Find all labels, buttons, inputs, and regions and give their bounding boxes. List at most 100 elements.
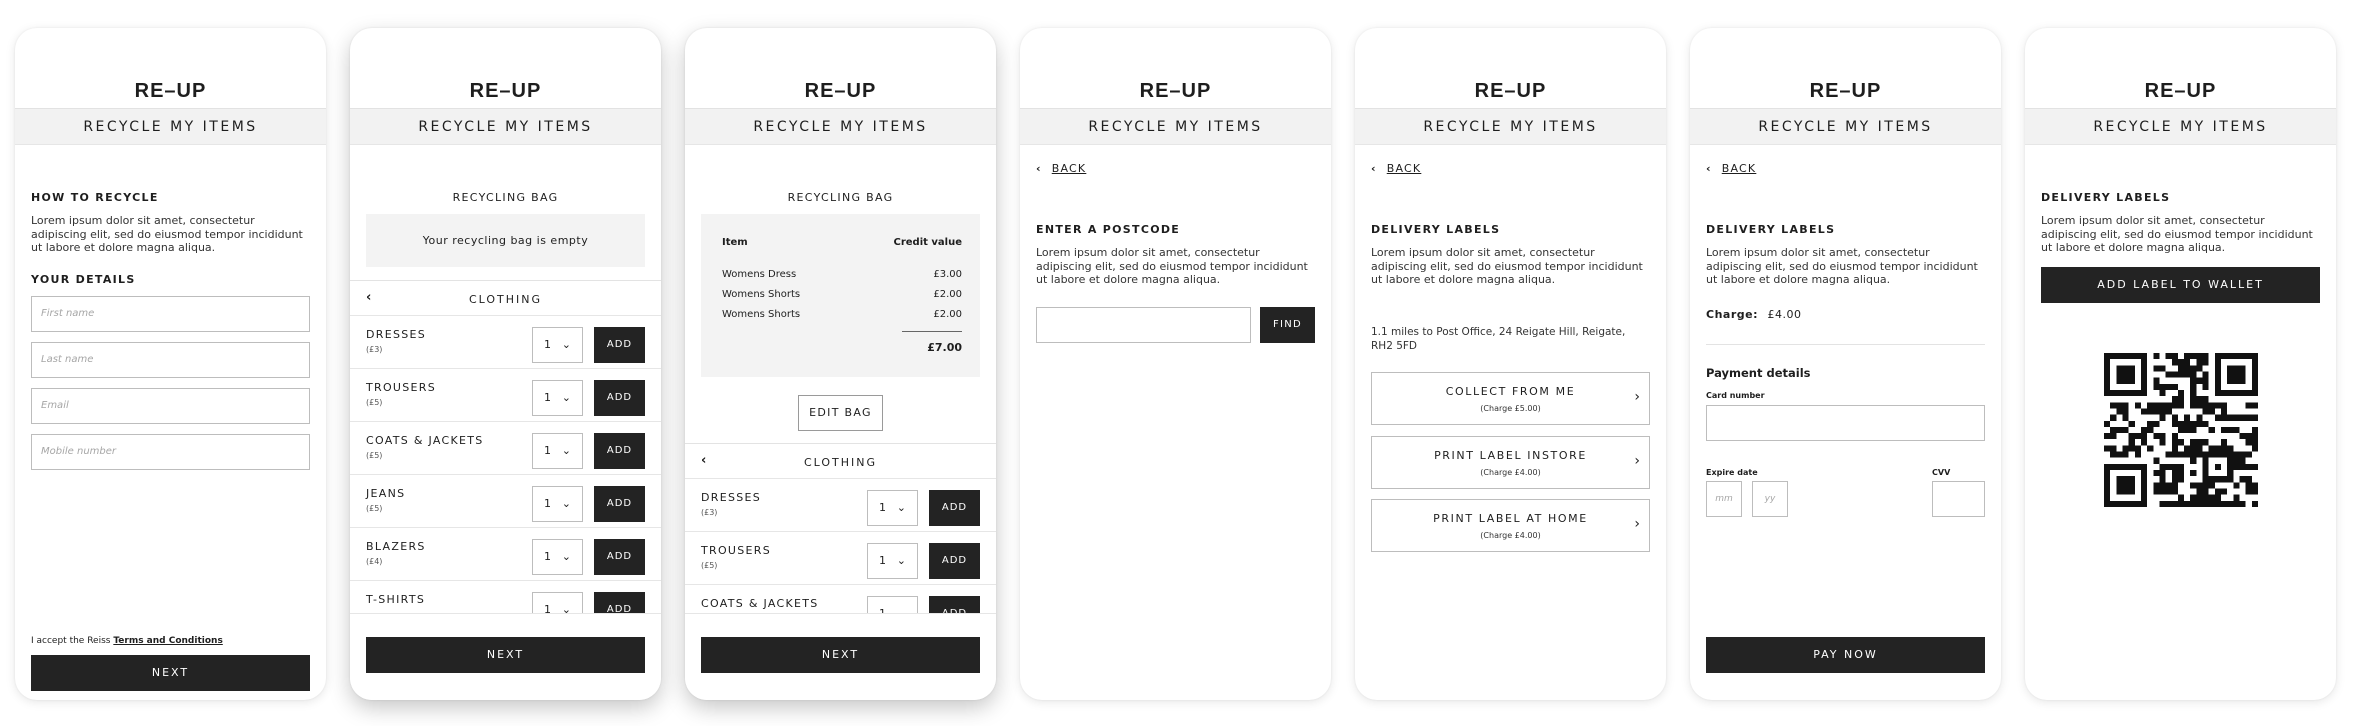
add-button[interactable]: ADD (594, 327, 645, 363)
quantity-select[interactable]: 1⌄ (867, 543, 918, 579)
terms-prefix: I accept the Reiss (31, 636, 114, 646)
chevron-down-icon: ⌄ (561, 550, 571, 563)
quantity-select[interactable]: 1⌄ (532, 327, 583, 363)
screen-how-to-recycle: RE–UP RECYCLE MY ITEMS HOW TO RECYCLE Lo… (15, 28, 326, 700)
expiry-month-input[interactable]: mm (1706, 481, 1742, 517)
bag-row-value: £2.00 (933, 309, 962, 320)
list-item: DRESSES (£3) 1 ⌄ ADD (350, 315, 661, 368)
brand-logo: RE–UP (1474, 80, 1547, 102)
brand-logo: RE–UP (134, 80, 207, 102)
last-name-field[interactable]: Last name (31, 342, 310, 378)
screen-delivery-options: RE–UP RECYCLE MY ITEMS ‹ BACK DELIVERY LA… (1355, 28, 1666, 700)
chevron-right-icon: › (1634, 389, 1640, 405)
empty-bag-message: Your recycling bag is empty (366, 214, 645, 267)
terms-checkbox-label[interactable]: I accept the Reiss Terms and Conditions (31, 636, 310, 646)
option-label: PRINT LABEL AT HOME (1433, 512, 1588, 525)
quantity-select[interactable]: 1⌄ (867, 490, 918, 526)
category-title: CLOTHING (803, 456, 878, 469)
postcode-heading: ENTER A POSTCODE (1036, 223, 1181, 236)
item-price: (£4) (366, 557, 383, 566)
intro-text: Lorem ipsum dolor sit amet, consectetur … (1036, 246, 1308, 286)
screen-recycling-bag: RE–UP RECYCLE MY ITEMS RECYCLING BAG Ite… (685, 28, 996, 700)
column-value-header: Credit value (893, 237, 963, 248)
screen-payment: RE–UP RECYCLE MY ITEMS ‹ BACK DELIVERY LA… (1690, 28, 2001, 700)
next-button[interactable]: NEXT (31, 655, 310, 691)
quantity-select[interactable]: 1⌄ (532, 433, 583, 469)
quantity-select[interactable]: 1⌄ (532, 380, 583, 416)
page-title: RECYCLE MY ITEMS (1355, 109, 1666, 145)
brand-logo: RE–UP (1809, 80, 1882, 102)
screen-empty-bag: RE–UP RECYCLE MY ITEMS RECYCLING BAG You… (350, 28, 661, 700)
back-link[interactable]: ‹ BACK (1706, 162, 1756, 175)
print-label-instore-option[interactable]: PRINT LABEL INSTORE (Charge £4.00) › (1371, 436, 1650, 489)
item-price: (£5) (366, 451, 383, 460)
terms-link[interactable]: Terms and Conditions (113, 636, 222, 646)
next-button[interactable]: NEXT (701, 637, 980, 673)
page-title: RECYCLE MY ITEMS (1690, 109, 2001, 145)
delivery-labels-heading: DELIVERY LABELS (1371, 223, 1501, 236)
page-title: RECYCLE MY ITEMS (15, 109, 326, 145)
cvv-input[interactable] (1932, 481, 1985, 517)
cvv-label: CVV (1932, 468, 1951, 477)
add-label-to-wallet-button[interactable]: ADD LABEL TO WALLET (2041, 267, 2320, 303)
bag-row-item: Womens Shorts (722, 309, 801, 320)
chevron-right-icon: › (1634, 453, 1640, 469)
back-link[interactable]: ‹ BACK (1036, 162, 1086, 175)
divider (350, 280, 661, 281)
list-item: DRESSES (£3) 1 ⌄ ADD (685, 478, 996, 531)
card-number-input[interactable] (1706, 405, 1985, 441)
chevron-down-icon: ⌄ (561, 391, 571, 404)
next-button[interactable]: NEXT (366, 637, 645, 673)
item-name: T-SHIRTS (366, 593, 426, 606)
chevron-down-icon: ⌄ (561, 338, 571, 351)
item-name: DRESSES (366, 328, 427, 341)
chevron-down-icon: ⌄ (896, 501, 906, 514)
quantity-select[interactable]: 1⌄ (532, 486, 583, 522)
add-button[interactable]: ADD (929, 543, 980, 579)
chevron-down-icon: ⌄ (896, 554, 906, 567)
option-label: PRINT LABEL INSTORE (1434, 449, 1587, 462)
recycling-bag-heading: RECYCLING BAG (787, 191, 894, 204)
intro-text: Lorem ipsum dolor sit amet, consectetur … (31, 214, 303, 254)
add-button[interactable]: ADD (929, 490, 980, 526)
print-label-at-home-option[interactable]: PRINT LABEL AT HOME (Charge £4.00) › (1371, 499, 1650, 552)
option-charge: (Charge £4.00) (1480, 468, 1541, 477)
email-field[interactable]: Email (31, 388, 310, 424)
first-name-field[interactable]: First name (31, 296, 310, 332)
qr-code (2104, 353, 2258, 507)
add-button[interactable]: ADD (594, 433, 645, 469)
item-price: (£3) (701, 508, 718, 517)
item-name: JEANS (366, 487, 406, 500)
collect-from-me-option[interactable]: COLLECT FROM ME (Charge £5.00) › (1371, 372, 1650, 425)
item-price: (£5) (366, 398, 383, 407)
bag-row-item: Womens Dress (722, 269, 797, 280)
list-item: TROUSERS (£5) 1 ⌄ ADD (685, 531, 996, 584)
divider (1706, 344, 1985, 345)
chevron-right-icon: › (1634, 516, 1640, 532)
how-to-recycle-heading: HOW TO RECYCLE (31, 191, 159, 204)
option-charge: (Charge £5.00) (1480, 404, 1541, 413)
option-charge: (Charge £4.00) (1480, 531, 1541, 540)
card-number-label: Card number (1706, 391, 1765, 400)
find-button[interactable]: FIND (1260, 307, 1315, 343)
option-label: COLLECT FROM ME (1445, 385, 1576, 398)
item-price: (£3) (366, 345, 383, 354)
pay-now-button[interactable]: PAY NOW (1706, 637, 1985, 673)
list-item: BLAZERS (£4) 1 ⌄ ADD (350, 527, 661, 580)
brand-logo: RE–UP (469, 80, 542, 102)
chevron-left-icon: ‹ (1706, 162, 1712, 175)
mobile-number-field[interactable]: Mobile number (31, 434, 310, 470)
postcode-input[interactable] (1036, 307, 1251, 343)
expiry-year-input[interactable]: yy (1752, 481, 1788, 517)
charge-line: Charge: £4.00 (1706, 308, 1985, 321)
edit-bag-button[interactable]: EDIT BAG (798, 395, 883, 431)
screen-delivery-label-qr: RE–UP RECYCLE MY ITEMS DELIVERY LABELS L… (2025, 28, 2336, 700)
quantity-select[interactable]: 1⌄ (532, 539, 583, 575)
bag-row-value: £3.00 (933, 269, 962, 280)
add-button[interactable]: ADD (594, 380, 645, 416)
add-button[interactable]: ADD (594, 486, 645, 522)
add-button[interactable]: ADD (594, 539, 645, 575)
item-name: BLAZERS (366, 540, 426, 553)
total-divider (902, 331, 962, 332)
back-link[interactable]: ‹ BACK (1371, 162, 1421, 175)
